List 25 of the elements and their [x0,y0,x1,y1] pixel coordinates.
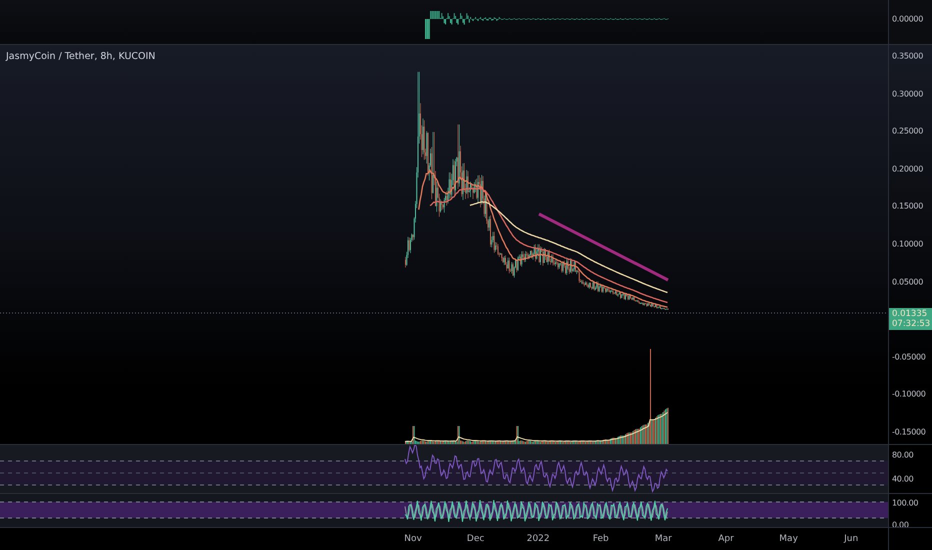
rsi-axis-label: 80.00 [892,450,914,460]
time-axis-label: Mar [654,534,672,544]
price-axis-label: 0.20000 [892,164,923,174]
time-axis-label: Dec [466,534,484,544]
rsi-axis-label: 40.00 [892,474,914,484]
price-axis-label: -0.15000 [892,428,926,436]
price-axis-label: 0.25000 [892,126,923,136]
price-axis-label: 0.05000 [892,277,923,286]
price-axis-label: -0.05000 [892,352,926,362]
price-axis-label: 0.35000 [892,52,923,60]
time-axis-label: May [779,534,798,544]
countdown-text: 07:32:53 [892,319,930,329]
price-axis-label: 0.15000 [892,202,923,211]
time-axis-label: Feb [592,534,609,544]
price-axis-label: 0.10000 [892,240,923,248]
price-axis-label: 0.30000 [892,89,923,98]
price-axis-label: 0.00000 [892,14,923,24]
time-axis-label: Apr [718,534,734,544]
price-axis-label: -0.10000 [892,390,926,399]
time-axis-label: Nov [404,534,422,544]
stochastic-axis-label: 100.00 [892,498,918,508]
time-axis-label: 2022 [526,534,550,544]
time-axis-label: Jun [844,534,858,544]
last-price-value: 0.01335 [892,309,928,319]
symbol-title: JasmyCoin / Tether, 8h, KUCOIN [6,51,156,62]
